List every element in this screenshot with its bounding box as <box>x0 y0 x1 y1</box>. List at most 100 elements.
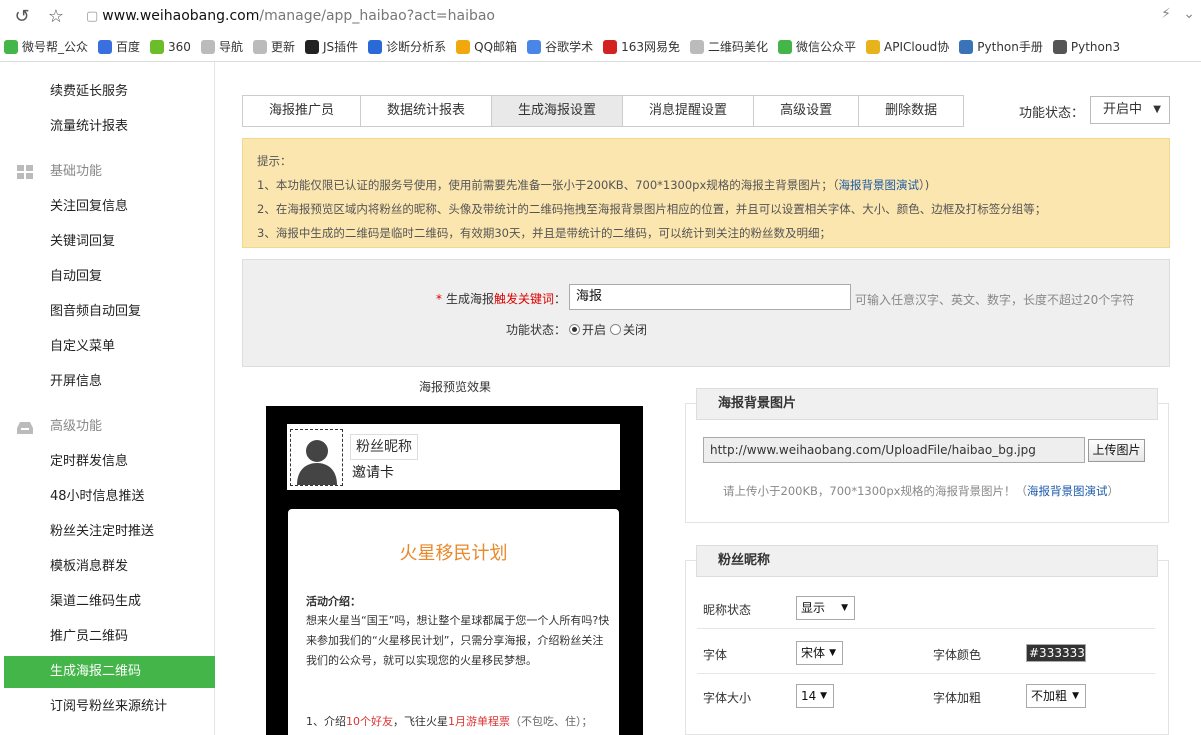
tab-2[interactable]: 生成海报设置 <box>492 96 624 126</box>
bookmark-item[interactable]: Python手册 <box>959 38 1043 55</box>
font-size-select[interactable]: 14 ▼ <box>796 684 834 708</box>
sidebar-item-promoter-qr[interactable]: 推广员二维码 <box>4 621 215 653</box>
divider <box>697 628 1155 629</box>
url-path: /manage/app_haibao?act=haibao <box>259 8 495 24</box>
bookmark-item[interactable]: 微号帮_公众 <box>4 38 88 55</box>
select-value: 显示 <box>801 601 826 615</box>
font-label: 字体 <box>703 648 728 662</box>
tab-0[interactable]: 海报推广员 <box>243 96 362 126</box>
keyword-input[interactable]: 海报 <box>569 284 851 310</box>
sidebar-item-48h-push[interactable]: 48小时信息推送 <box>4 481 215 513</box>
sidebar-item-renew[interactable]: 续费延长服务 <box>4 76 215 108</box>
radio-off-label: 关闭 <box>623 323 648 337</box>
sidebar-item-source-stats[interactable]: 订阅号粉丝来源统计 <box>4 691 215 723</box>
sidebar-item-custom-menu[interactable]: 自定义菜单 <box>4 331 215 363</box>
bookmark-item[interactable]: 百度 <box>98 38 140 55</box>
label-highlight: 触发关键词 <box>494 292 555 306</box>
bookmark-label: 更新 <box>270 40 295 54</box>
nickname-label[interactable]: 粉丝昵称 <box>350 434 418 460</box>
bookmark-icon <box>304 39 319 54</box>
bookmark-icon <box>200 39 215 54</box>
bg-url-field[interactable]: http://www.weihaobang.com/UploadFile/hai… <box>703 437 1085 463</box>
bookmark-item[interactable]: 360 <box>150 39 191 54</box>
tab-1[interactable]: 数据统计报表 <box>361 96 493 126</box>
bookmark-item[interactable]: 谷歌学术 <box>527 38 593 55</box>
chevron-down-icon: ▼ <box>1153 104 1161 115</box>
url-host: www.weihaobang.com <box>102 8 260 24</box>
sidebar-item-scheduled[interactable]: 定时群发信息 <box>4 446 215 478</box>
avatar[interactable] <box>290 429 343 486</box>
select-value: 宋体 <box>801 646 826 660</box>
bg-demo-link[interactable]: 海报背景图演试 <box>1027 484 1108 498</box>
chevron-down-icon[interactable]: ⌄ <box>1183 6 1195 22</box>
shield-icon: ▢ <box>86 8 99 24</box>
tab-3[interactable]: 消息提醒设置 <box>623 96 755 126</box>
font-bold-select[interactable]: 不加粗 ▼ <box>1026 684 1086 708</box>
sidebar-item-follow-push[interactable]: 粉丝关注定时推送 <box>4 516 215 548</box>
bookmark-item[interactable]: Python3 <box>1052 39 1120 54</box>
bookmark-item[interactable]: JS插件 <box>304 38 359 55</box>
sidebar-item-channel-qr[interactable]: 渠道二维码生成 <box>4 586 215 618</box>
bookmark-label: JS插件 <box>322 40 359 54</box>
bookmark-item[interactable]: QQ邮箱 <box>456 38 517 55</box>
card-title: 火星移民计划 <box>399 543 508 564</box>
bookmarks-bar: 微号帮_公众 百度 360 导航 更新 JS插件 诊断分析系 QQ邮箱 谷歌学术 163网易免 二维… <box>0 32 1201 62</box>
status-label: 功能状态： <box>1019 106 1085 121</box>
bookmark-label: 诊断分析系 <box>386 40 447 54</box>
label-text: 生成海报 <box>446 292 495 306</box>
card-subtitle: 活动介绍： <box>306 595 361 608</box>
step-highlight: 10个好友 <box>346 715 393 728</box>
sidebar-item-traffic[interactable]: 流量统计报表 <box>4 111 215 143</box>
font-bold-label: 字体加粗 <box>933 691 982 705</box>
tab-5[interactable]: 删除数据 <box>859 96 963 126</box>
sidebar-item-media-reply[interactable]: 图音频自动回复 <box>4 296 215 328</box>
card-step: 1、介绍10个好友，飞往火星1月游单程票（不包吃、住）； <box>306 713 612 729</box>
bookmark-item[interactable]: 导航 <box>200 38 243 55</box>
sidebar: 续费延长服务 流量统计报表 基础功能 关注回复信息 关键词回复 自动回复 图音频… <box>0 62 215 735</box>
bookmark-label: Python手册 <box>977 40 1043 54</box>
sidebar-item-follow-reply[interactable]: 关注回复信息 <box>4 191 215 223</box>
back-icon[interactable]: ↺ <box>10 4 34 28</box>
sidebar-item-auto-reply[interactable]: 自动回复 <box>4 261 215 293</box>
radio-off-icon[interactable] <box>610 324 621 335</box>
bookmark-item[interactable]: 163网易免 <box>603 38 680 55</box>
tab-4[interactable]: 高级设置 <box>754 96 860 126</box>
select-value: 不加粗 <box>1031 689 1068 703</box>
bookmark-item[interactable]: 二维码美化 <box>689 38 768 55</box>
bookmark-item[interactable]: 更新 <box>252 38 295 55</box>
radio-off[interactable]: 关闭 <box>610 321 647 338</box>
lightning-icon[interactable]: ⚡ <box>1161 6 1171 22</box>
sidebar-item-keyword-reply[interactable]: 关键词回复 <box>4 226 215 258</box>
radio-on-icon[interactable] <box>569 324 580 335</box>
bookmark-item[interactable]: 诊断分析系 <box>368 38 446 55</box>
grid-icon <box>17 165 33 179</box>
sidebar-group-label: 高级功能 <box>50 419 103 434</box>
upload-image-button[interactable]: 上传图片 <box>1088 439 1145 462</box>
tip-line-3: 3、海报中生成的二维码是临时二维码，有效期30天，并且是带统计的二维码，可以统计… <box>257 226 831 240</box>
sidebar-group-advanced: 高级功能 <box>4 411 215 443</box>
nick-status-select[interactable]: 显示 ▼ <box>796 596 855 620</box>
demo-link[interactable]: 海报背景图演试 <box>839 178 920 192</box>
chevron-down-icon: ▼ <box>841 603 848 613</box>
hint-text: ） <box>1107 484 1119 498</box>
bookmark-item[interactable]: 微信公众平 <box>778 38 856 55</box>
url-field[interactable]: ▢ www.weihaobang.com /manage/app_haibao?… <box>86 8 495 24</box>
font-select[interactable]: 宋体 ▼ <box>796 641 843 665</box>
bg-image-panel: 海报背景图片 <box>685 388 1169 523</box>
keyword-hint: 可输入任意汉字、英文、数字，长度不超过20个字符 <box>855 293 1135 307</box>
sidebar-item-poster-qr[interactable]: 生成海报二维码 <box>4 656 215 688</box>
sidebar-item-splash[interactable]: 开屏信息 <box>4 366 215 398</box>
poster-preview: 粉丝昵称 邀请卡 火星移民计划 活动介绍： 想来火星当“国王”吗，想让整个星球都… <box>266 406 643 735</box>
keyword-label: * 生成海报触发关键词： <box>436 292 567 306</box>
font-color-input[interactable]: #333333 <box>1026 644 1086 662</box>
star-icon[interactable]: ☆ <box>44 4 68 28</box>
bookmark-item[interactable]: APICloud协 <box>866 38 949 55</box>
bookmark-icon <box>778 39 792 54</box>
bookmark-label: 谷歌学术 <box>545 40 594 54</box>
status-select[interactable]: 开启中 ▼ <box>1090 96 1170 124</box>
invite-label: 邀请卡 <box>352 465 394 481</box>
tip-text: 1、本功能仅限已认证的服务号使用，使用前需要先准备一张小于200KB、700*1… <box>257 178 839 192</box>
sidebar-item-template-msg[interactable]: 模板消息群发 <box>4 551 215 583</box>
radio-on[interactable]: 开启 <box>569 321 606 338</box>
tip-title: 提示： <box>257 154 292 168</box>
